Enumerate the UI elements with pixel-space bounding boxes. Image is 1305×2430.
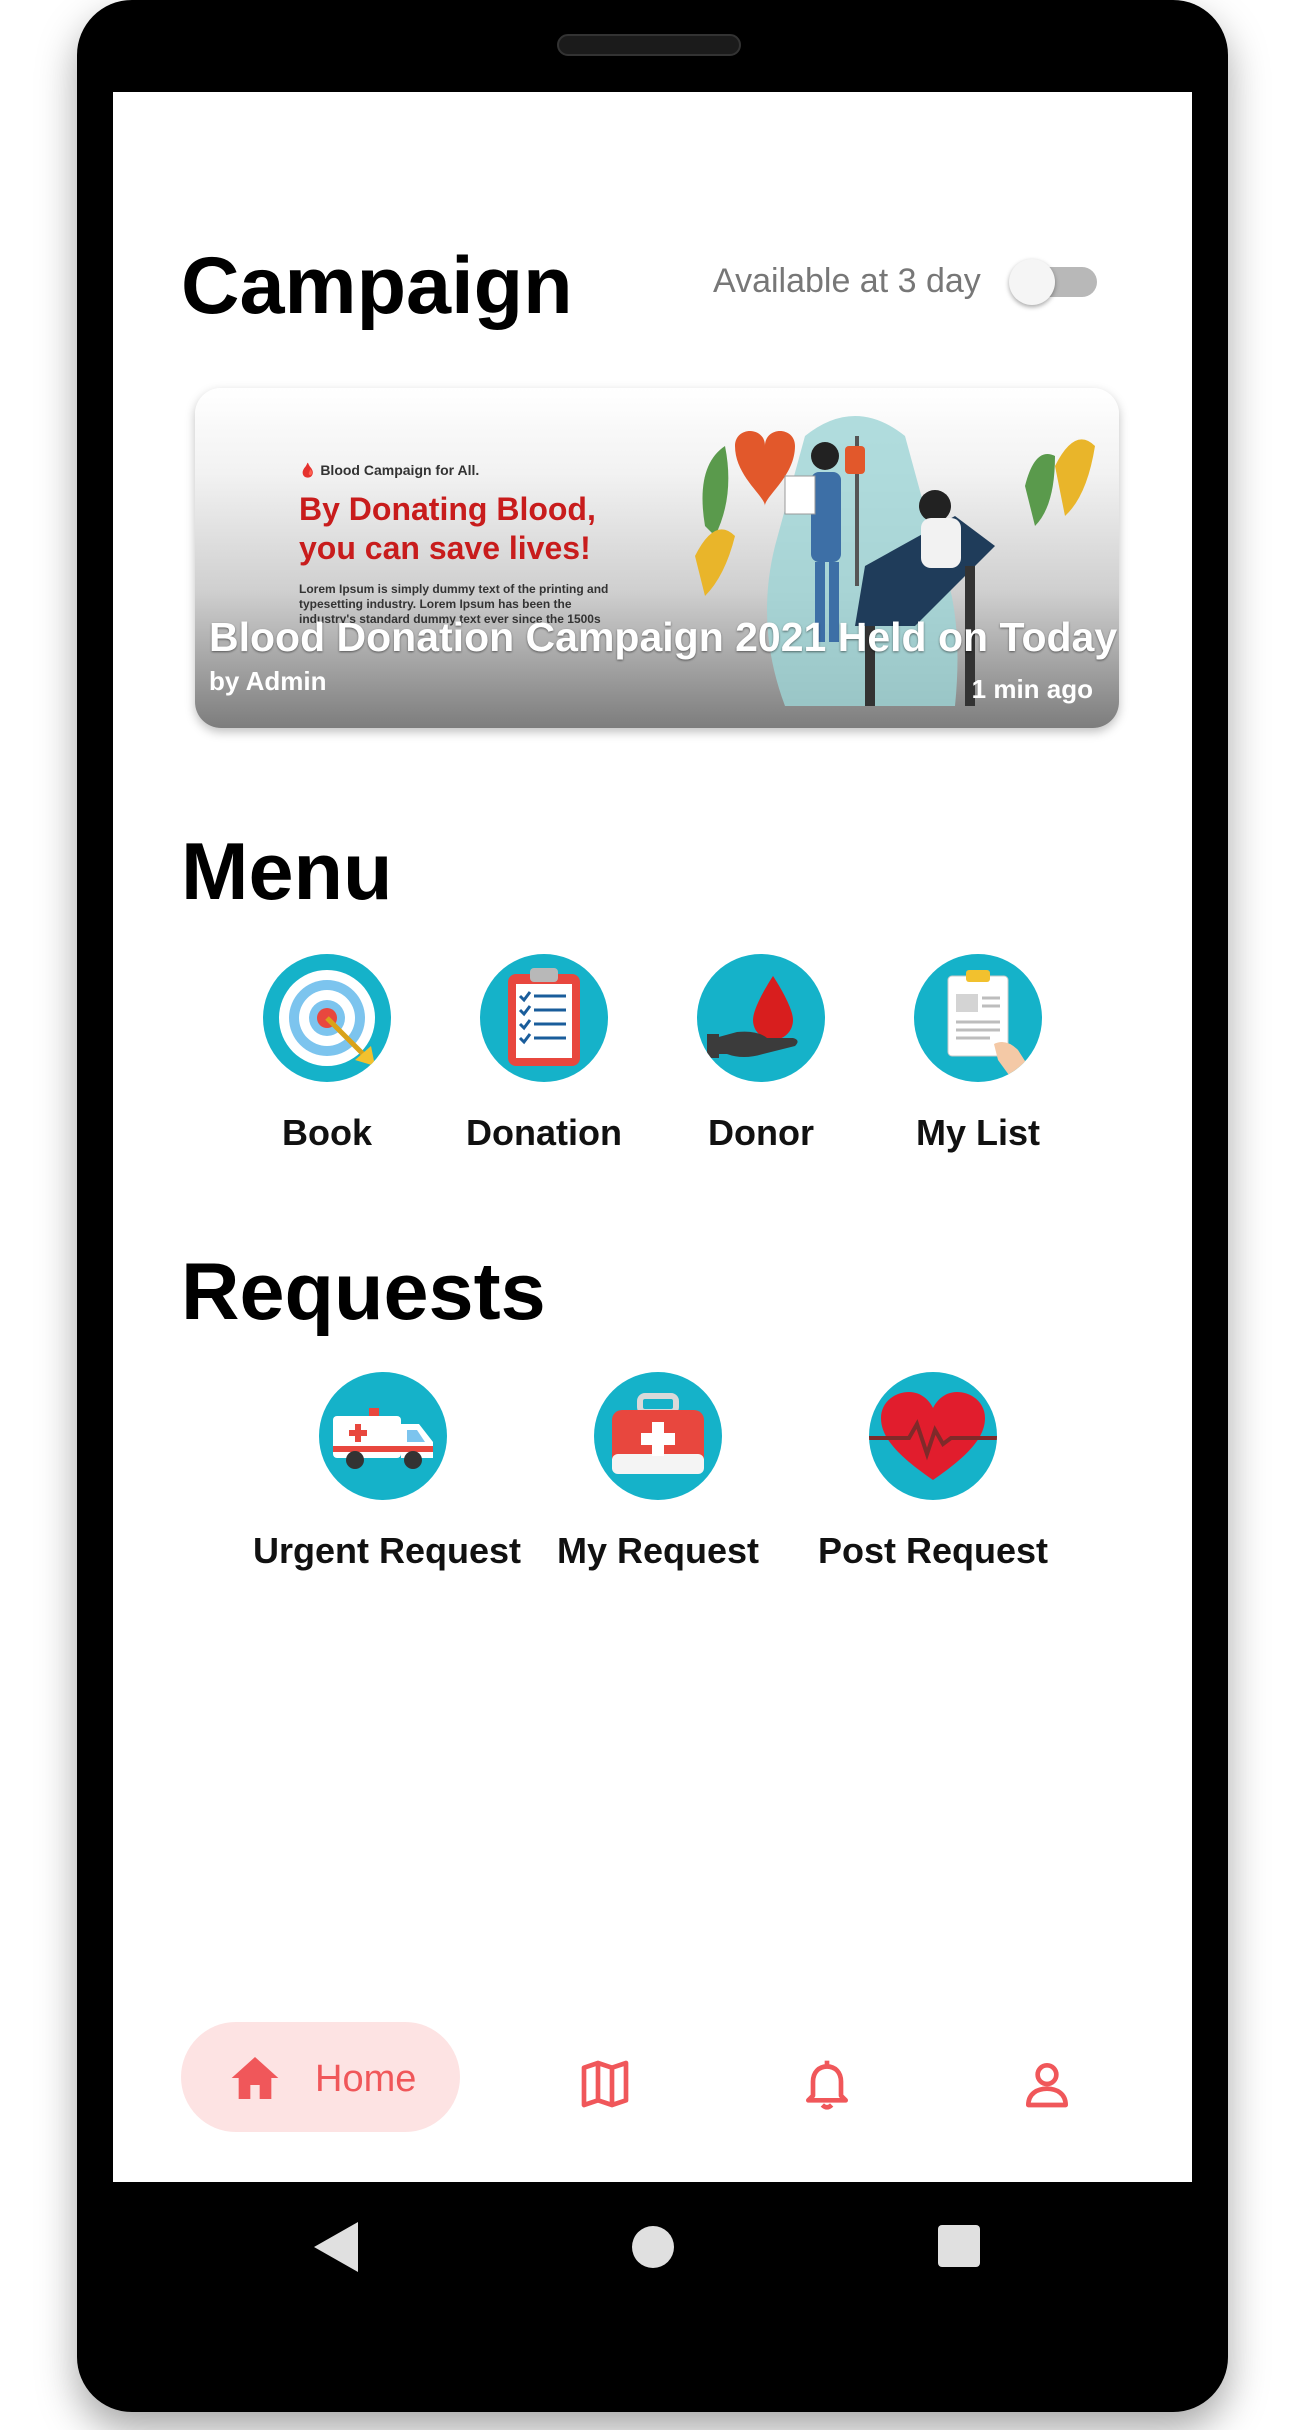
availability-text: Available at 3 day: [713, 262, 981, 300]
heartbeat-icon: [869, 1372, 997, 1500]
campaign-card[interactable]: 🩸 Blood Campaign for All. By Donating Bl…: [195, 388, 1119, 728]
menu-item-label: Donor: [708, 1112, 814, 1153]
request-item-label: Post Request: [817, 1530, 1049, 1571]
system-nav-bar: [77, 2182, 1228, 2412]
toggle-knob: [1009, 259, 1055, 305]
home-circle-icon[interactable]: [631, 2225, 675, 2269]
map-icon[interactable]: [577, 2056, 633, 2112]
menu-item-label: My List: [915, 1112, 1040, 1153]
request-item-post[interactable]: Post Request: [803, 1372, 1063, 1572]
blood-drop-hand-icon: [697, 954, 825, 1082]
first-aid-kit-icon: [594, 1372, 722, 1500]
campaign-card-title: Blood Donation Campaign 2021 Held on Tod…: [209, 614, 1118, 660]
target-icon: [263, 954, 391, 1082]
poster-kicker: 🩸 Blood Campaign for All.: [299, 462, 480, 478]
nav-home-label: Home: [315, 2058, 417, 2100]
menu-item-label: Donation: [466, 1112, 622, 1153]
menu-item-donation[interactable]: Donation: [434, 954, 654, 1154]
campaign-title: Campaign: [181, 241, 573, 331]
menu-title: Menu: [181, 827, 393, 917]
availability-toggle[interactable]: [1009, 259, 1097, 305]
campaign-card-author: by Admin: [209, 666, 327, 696]
recents-icon[interactable]: [938, 2225, 980, 2267]
request-item-urgent[interactable]: Urgent Request: [253, 1372, 522, 1572]
phone-frame: Campaign Available at 3 day 🩸 Blood Camp…: [77, 0, 1228, 2412]
request-item-label: My Request: [556, 1530, 760, 1571]
menu-item-my-list[interactable]: My List: [868, 954, 1088, 1154]
menu-item-donor[interactable]: Donor: [651, 954, 871, 1154]
poster-heading: By Donating Blood, you can save lives!: [299, 491, 596, 566]
clipboard-checklist-icon: [480, 954, 608, 1082]
menu-item-label: Book: [282, 1112, 372, 1153]
bell-icon[interactable]: [799, 2056, 855, 2112]
app-screen: Campaign Available at 3 day 🩸 Blood Camp…: [113, 92, 1192, 2182]
speaker-grille: [557, 34, 741, 56]
nav-home[interactable]: Home: [181, 2022, 460, 2132]
bottom-nav: Home: [113, 2012, 1192, 2152]
request-item-my-request[interactable]: My Request: [528, 1372, 788, 1572]
request-item-label: Urgent Request: [253, 1530, 522, 1571]
requests-title: Requests: [181, 1247, 546, 1337]
profile-icon[interactable]: [1019, 2056, 1075, 2112]
ambulance-icon: [319, 1372, 447, 1500]
back-icon[interactable]: [314, 2222, 358, 2272]
clipboard-hand-icon: [914, 954, 1042, 1082]
campaign-card-time: 1 min ago: [971, 674, 1093, 704]
menu-item-book[interactable]: Book: [217, 954, 437, 1154]
home-icon: [231, 2057, 279, 2099]
